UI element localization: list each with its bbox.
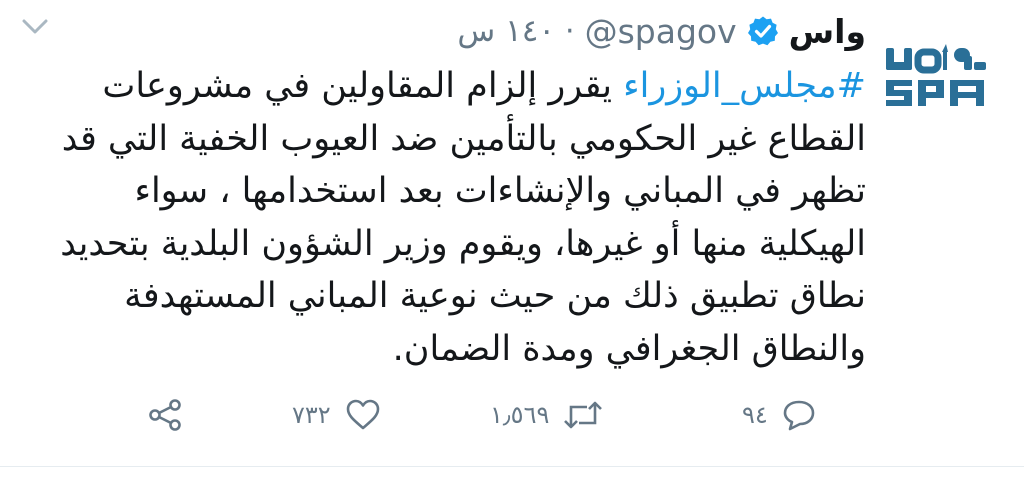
tweet-line: #مجلس_الوزراء يقرر إلزام المقاولين في مش… xyxy=(66,60,866,113)
share-button[interactable] xyxy=(148,390,182,440)
avatar[interactable] xyxy=(884,42,988,110)
tweet-line: الهيكلية منها أو غيرها، ويقوم وزير الشؤو… xyxy=(60,223,866,264)
separator-dot: · xyxy=(565,13,575,49)
reply-icon xyxy=(782,399,816,431)
like-count: ٧٣٢ xyxy=(292,401,331,429)
tweet-line-text: يقرر إلزام المقاولين في مشروعات xyxy=(102,66,624,106)
tweet-line: نطاق تطبيق ذلك من حيث نوعية المباني المس… xyxy=(124,276,866,316)
divider xyxy=(0,466,1024,467)
hashtag-link[interactable]: #مجلس_الوزراء xyxy=(623,66,866,106)
timestamp[interactable]: ١٤٠ س xyxy=(457,13,555,49)
spa-logo-icon xyxy=(886,44,986,106)
retweet-icon xyxy=(563,399,603,431)
tweet-line: القطاع غير الحكومي بالتأمين ضد العيوب ال… xyxy=(61,118,866,159)
reply-button[interactable]: ٩٤ xyxy=(742,390,816,440)
retweet-button[interactable]: ١٫٥٦٩ xyxy=(490,390,603,440)
tweet-card[interactable]: واس @spagov · ١٤٠ س #مجلس_الوزراء يقرر إ… xyxy=(0,0,1024,490)
retweet-count: ١٫٥٦٩ xyxy=(490,401,550,429)
tweet-actions: ٩٤ ١٫٥٦٩ ٧٣٢ xyxy=(0,390,1024,440)
heart-icon xyxy=(345,399,381,431)
tweet-line: تظهر في المباني والإنشاءات بعد استخدامها… xyxy=(134,171,866,211)
tweet-line: والنطاق الجغرافي ومدة الضمان. xyxy=(392,328,866,369)
user-handle[interactable]: @spagov xyxy=(585,12,737,51)
tweet-header: واس @spagov · ١٤٠ س xyxy=(457,8,866,54)
like-button[interactable]: ٧٣٢ xyxy=(292,390,381,440)
display-name[interactable]: واس xyxy=(789,12,866,51)
verified-badge-icon xyxy=(747,15,779,47)
share-icon xyxy=(148,398,182,432)
chevron-down-icon[interactable] xyxy=(22,18,48,44)
tweet-text: #مجلس_الوزراء يقرر إلزام المقاولين في مش… xyxy=(60,60,866,375)
reply-count: ٩٤ xyxy=(742,401,768,429)
